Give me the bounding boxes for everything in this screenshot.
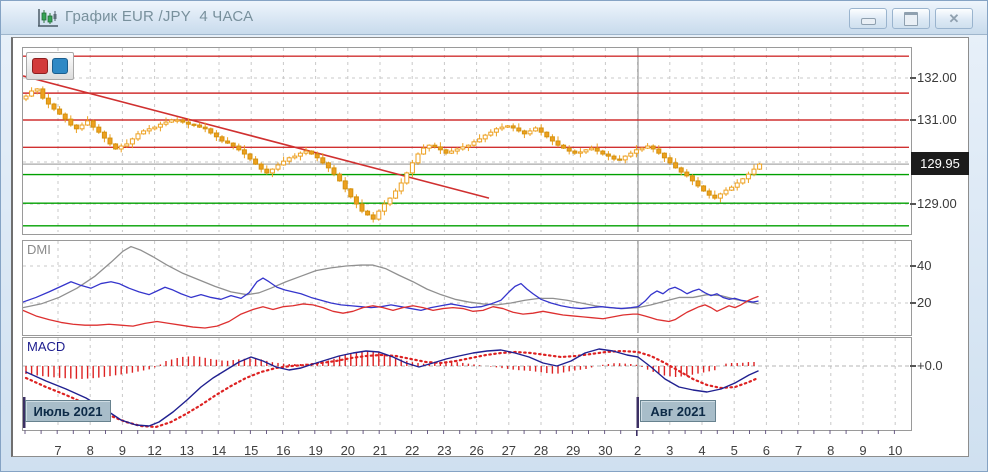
dmi-axis-label: 20: [917, 295, 932, 310]
x-axis-day-label: 20: [340, 443, 356, 458]
x-axis-day-label: 3: [666, 443, 674, 458]
dmi-indicator-panel[interactable]: [22, 240, 912, 336]
x-axis-day-label: 7: [54, 443, 62, 458]
price-axis-label: 132.00: [917, 70, 957, 85]
month-label-july: Июль 2021: [25, 400, 111, 422]
x-axis-day-label: 9: [118, 443, 126, 458]
axis-tick-mark: [910, 365, 916, 367]
price-axis-label: 131.00: [917, 112, 957, 127]
red-marker-button[interactable]: [32, 58, 48, 74]
x-axis-day-label: 27: [501, 443, 517, 458]
month-label-august: Авг 2021: [640, 400, 716, 422]
minimize-button[interactable]: [849, 8, 887, 29]
x-axis-day-label: 29: [565, 443, 581, 458]
x-axis-day-label: 19: [308, 443, 323, 458]
window-title: График EUR /JPY 4 ЧАСА: [65, 8, 254, 25]
title-bar[interactable]: График EUR /JPY 4 ЧАСА ✕: [1, 1, 987, 35]
x-axis-day-label: 23: [437, 443, 452, 458]
price-axis-label: 129.00: [917, 196, 957, 211]
x-axis-day-label: 21: [372, 443, 388, 458]
x-axis-day-label: 16: [276, 443, 291, 458]
price-chart-canvas[interactable]: [23, 48, 909, 232]
x-axis-day-label: 8: [86, 443, 94, 458]
x-axis-day-label: 6: [762, 443, 770, 458]
x-axis-day-label: 28: [533, 443, 549, 458]
dmi-chart-canvas[interactable]: [23, 241, 909, 333]
x-axis-day-label: 2: [633, 443, 642, 458]
x-axis-day-label: 30: [598, 443, 613, 458]
x-axis-day-label: 14: [211, 443, 227, 458]
close-button[interactable]: ✕: [935, 8, 973, 29]
minimize-icon: [860, 18, 876, 25]
x-axis-day-label: 4: [698, 443, 706, 458]
axis-tick-mark: [910, 265, 916, 267]
x-axis-day-label: 12: [147, 443, 162, 458]
x-axis-tick-strip: [24, 430, 895, 436]
axis-tick-mark: [910, 77, 916, 79]
x-axis-day-label: 9: [859, 443, 867, 458]
maximize-button[interactable]: [892, 8, 930, 29]
x-axis-day-label: 7: [794, 443, 803, 458]
price-chart-panel[interactable]: [22, 47, 912, 235]
x-axis-day-label: 10: [887, 443, 903, 458]
x-axis-day-label: 22: [404, 443, 420, 458]
macd-chart-canvas[interactable]: [23, 338, 909, 428]
maximize-icon: [904, 11, 918, 26]
current-price-badge: 129.95: [911, 152, 969, 175]
x-axis-day-label: 13: [179, 443, 195, 458]
axis-tick-mark: [910, 302, 916, 304]
chart-window: График EUR /JPY 4 ЧАСА ✕ DMI MACD 129.95…: [0, 0, 988, 472]
x-axis-day-label: 5: [730, 443, 738, 458]
x-axis-day-label: 15: [243, 443, 259, 458]
close-icon: ✕: [948, 11, 960, 26]
x-axis-day-label: 26: [469, 443, 484, 458]
blue-marker-button[interactable]: [52, 58, 68, 74]
chart-marker-toolbar: [26, 52, 74, 80]
dmi-axis-label: 40: [917, 258, 932, 273]
axis-tick-mark: [910, 119, 916, 121]
x-axis-day-label: 8: [827, 443, 835, 458]
window-controls: ✕: [849, 8, 973, 29]
candlestick-chart-icon: [38, 9, 58, 27]
axis-tick-mark: [910, 203, 916, 205]
macd-indicator-panel[interactable]: [22, 337, 912, 431]
macd-axis-label: +0.0: [917, 358, 943, 373]
